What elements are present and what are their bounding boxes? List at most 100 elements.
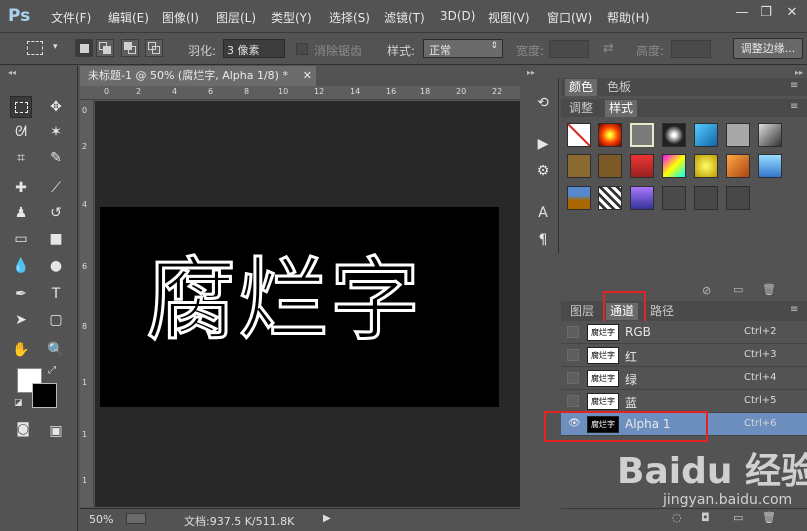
tab-color[interactable]: 颜色 (565, 79, 598, 96)
new-selection-button[interactable] (75, 39, 93, 57)
style-swatch[interactable] (662, 186, 686, 210)
style-swatch[interactable] (567, 186, 591, 210)
magic-wand-tool-icon[interactable]: ✶ (45, 121, 67, 143)
quick-mask-icon[interactable]: ◙ (12, 418, 34, 440)
zoom-level[interactable]: 50% (89, 513, 113, 526)
rect-marquee-tool-icon[interactable] (10, 96, 32, 118)
gradient-tool-icon[interactable]: ■ (45, 228, 67, 250)
channel-row-rgb[interactable]: 腐烂字 RGB Ctrl+2 (561, 321, 807, 344)
swap-colors-icon[interactable]: ⤢ (48, 365, 56, 376)
visibility-icon[interactable] (567, 395, 579, 407)
properties-icon[interactable]: ⚙ (532, 160, 554, 182)
style-swatch-selected[interactable] (630, 123, 654, 147)
style-swatch[interactable] (726, 154, 750, 178)
channel-row-red[interactable]: 腐烂字 红 Ctrl+3 (561, 344, 807, 367)
move-tool-icon[interactable]: ✥ (45, 96, 67, 118)
style-swatch[interactable] (567, 154, 591, 178)
blur-tool-icon[interactable]: 💧 (10, 255, 32, 277)
type-tool-icon[interactable]: T (45, 283, 67, 305)
visibility-icon[interactable] (567, 349, 579, 361)
close-icon[interactable]: ✕ (785, 6, 799, 20)
close-tab-icon[interactable]: ✕ (303, 66, 312, 86)
style-swatch-none[interactable] (567, 123, 591, 147)
antialias-checkbox[interactable] (296, 43, 308, 55)
style-swatch[interactable] (598, 186, 622, 210)
menu-type[interactable]: 类型(Y) (271, 9, 312, 26)
menu-view[interactable]: 视图(V) (488, 9, 530, 26)
hand-tool-icon[interactable]: ✋ (10, 339, 32, 361)
feather-input[interactable]: 3 像素 (223, 39, 285, 58)
tab-adjustments[interactable]: 调整 (565, 100, 597, 117)
crop-tool-icon[interactable]: ⌗ (10, 147, 32, 169)
dodge-tool-icon[interactable]: ● (45, 255, 67, 277)
pen-tool-icon[interactable]: ✒ (10, 283, 32, 305)
style-swatch[interactable] (694, 186, 718, 210)
rectangle-tool-icon[interactable]: ▢ (45, 309, 67, 331)
minimize-icon[interactable]: — (735, 6, 749, 20)
style-swatch[interactable] (694, 123, 718, 147)
save-selection-icon[interactable]: ◘ (701, 511, 710, 524)
brush-tool-icon[interactable]: ⟋ (45, 177, 67, 199)
add-selection-button[interactable] (96, 39, 114, 57)
style-select[interactable]: 正常 ⇕ (423, 39, 503, 58)
path-selection-tool-icon[interactable]: ➤ (10, 309, 32, 331)
eyedropper-tool-icon[interactable]: ✎ (45, 147, 67, 169)
style-swatch[interactable] (726, 123, 750, 147)
trash-icon[interactable]: 🗑 (762, 511, 776, 524)
clone-stamp-tool-icon[interactable]: ♟ (10, 202, 32, 224)
marquee-preset-icon[interactable] (27, 41, 43, 55)
menu-filter[interactable]: 滤镜(T) (384, 9, 425, 26)
restore-icon[interactable]: ❐ (759, 6, 773, 20)
style-swatch[interactable] (630, 186, 654, 210)
menu-select[interactable]: 选择(S) (329, 9, 370, 26)
history-brush-tool-icon[interactable]: ↺ (45, 202, 67, 224)
eraser-tool-icon[interactable]: ▭ (10, 228, 32, 250)
chevron-down-icon[interactable]: ▾ (53, 42, 58, 52)
history-icon[interactable]: ⟲ (532, 92, 554, 114)
swap-icon[interactable]: ⇄ (603, 41, 614, 56)
menu-3d[interactable]: 3D(D) (440, 9, 475, 23)
visibility-icon[interactable] (567, 372, 579, 384)
style-swatch[interactable] (598, 123, 622, 147)
style-swatch[interactable] (694, 154, 718, 178)
paragraph-icon[interactable]: ¶ (532, 229, 554, 251)
panel-menu-icon[interactable]: ≡ (790, 304, 798, 315)
screen-mode-icon[interactable]: ▣ (45, 420, 67, 442)
panel-menu-icon[interactable]: ≡ (790, 101, 798, 112)
intersect-selection-button[interactable] (145, 39, 163, 57)
menu-window[interactable]: 窗口(W) (547, 9, 592, 26)
style-swatch[interactable] (598, 154, 622, 178)
character-icon[interactable]: A (532, 202, 554, 224)
channel-row-blue[interactable]: 腐烂字 蓝 Ctrl+5 (561, 390, 807, 413)
new-channel-icon[interactable]: ▭ (733, 511, 743, 524)
clear-style-icon[interactable]: ⊘ (702, 284, 711, 297)
status-menu-arrow-icon[interactable]: ▶ (323, 513, 331, 524)
height-input[interactable] (671, 40, 711, 58)
refine-edge-button[interactable]: 调整边缘... (733, 38, 803, 59)
tab-styles[interactable]: 样式 (605, 100, 638, 117)
collapse-arrows-icon[interactable]: ▸▸ (527, 68, 535, 77)
style-swatch[interactable] (758, 123, 782, 147)
subtract-selection-button[interactable] (121, 39, 139, 57)
menu-help[interactable]: 帮助(H) (607, 9, 649, 26)
style-swatch[interactable] (726, 186, 750, 210)
menu-edit[interactable]: 编辑(E) (108, 9, 149, 26)
actions-icon[interactable]: ▶ (532, 133, 554, 155)
visibility-icon[interactable] (567, 326, 579, 338)
style-swatch[interactable] (662, 123, 686, 147)
document-tab[interactable]: 未标题-1 @ 50% (腐烂字, Alpha 1/8) * ✕ (80, 66, 316, 86)
collapse-arrows-icon[interactable]: ◂◂ (8, 68, 16, 77)
default-colors-icon[interactable]: ◪ (14, 398, 23, 408)
zoom-tool-icon[interactable]: 🔍 (45, 339, 67, 361)
panel-menu-icon[interactable]: ≡ (790, 80, 798, 91)
channel-row-green[interactable]: 腐烂字 绿 Ctrl+4 (561, 367, 807, 390)
style-swatch[interactable] (630, 154, 654, 178)
tab-layers[interactable]: 图层 (566, 303, 598, 320)
menu-file[interactable]: 文件(F) (51, 9, 91, 26)
tab-swatches[interactable]: 色板 (603, 79, 635, 96)
tab-paths[interactable]: 路径 (646, 303, 678, 320)
style-swatch[interactable] (758, 154, 782, 178)
healing-brush-tool-icon[interactable]: ✚ (10, 177, 32, 199)
status-preview-icon[interactable] (126, 513, 146, 524)
style-swatch[interactable] (662, 154, 686, 178)
